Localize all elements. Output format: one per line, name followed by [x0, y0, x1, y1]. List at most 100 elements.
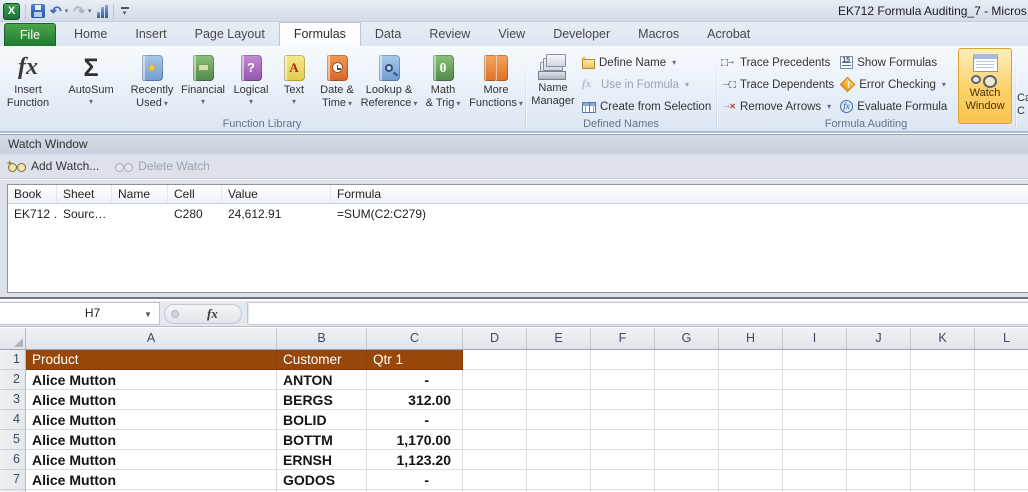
empty-cell[interactable]	[783, 450, 847, 470]
empty-cell[interactable]	[655, 450, 719, 470]
cell-c7[interactable]: -	[367, 470, 463, 490]
empty-cell[interactable]	[719, 350, 783, 370]
empty-cell[interactable]	[783, 390, 847, 410]
empty-cell[interactable]	[783, 430, 847, 450]
logical-button[interactable]: ? Logical ▾	[228, 48, 274, 116]
chart-icon[interactable]	[96, 4, 108, 18]
cell-a2[interactable]: Alice Mutton	[26, 370, 277, 390]
col-header-f[interactable]: F	[591, 328, 655, 349]
empty-cell[interactable]	[527, 410, 591, 430]
empty-cell[interactable]	[527, 350, 591, 370]
empty-cell[interactable]	[527, 390, 591, 410]
create-from-selection-button[interactable]: Create from Selection	[579, 97, 714, 116]
col-header-i[interactable]: I	[783, 328, 847, 349]
empty-cell[interactable]	[911, 430, 975, 450]
tab-insert[interactable]: Insert	[121, 22, 180, 46]
empty-cell[interactable]	[719, 370, 783, 390]
col-header-c[interactable]: C	[367, 328, 463, 349]
cell-b3[interactable]: BERGS	[277, 390, 367, 410]
empty-cell[interactable]	[591, 390, 655, 410]
lookup-reference-button[interactable]: Lookup & Reference ▾	[360, 48, 418, 116]
cell-b6[interactable]: ERNSH	[277, 450, 367, 470]
empty-cell[interactable]	[719, 390, 783, 410]
empty-cell[interactable]	[911, 390, 975, 410]
col-header-h[interactable]: H	[719, 328, 783, 349]
financial-button[interactable]: Financial ▾	[178, 48, 228, 116]
empty-cell[interactable]	[783, 350, 847, 370]
empty-cell[interactable]	[655, 350, 719, 370]
col-header-b[interactable]: B	[277, 328, 367, 349]
tab-acrobat[interactable]: Acrobat	[693, 22, 764, 46]
cell-c6[interactable]: 1,123.20	[367, 450, 463, 470]
empty-cell[interactable]	[719, 470, 783, 490]
empty-cell[interactable]	[527, 370, 591, 390]
empty-cell[interactable]	[591, 470, 655, 490]
watch-window-button[interactable]: Watch Window	[958, 48, 1012, 124]
column-header-name[interactable]: Name	[112, 185, 168, 203]
name-box[interactable]: H7	[0, 302, 160, 325]
watch-window-pane-title[interactable]: Watch Window	[0, 135, 1028, 154]
cell-c1[interactable]: Qtr 1	[367, 350, 463, 370]
customize-quick-access-icon[interactable]: ▾	[120, 6, 129, 17]
empty-cell[interactable]	[719, 430, 783, 450]
tab-formulas[interactable]: Formulas	[278, 22, 361, 46]
show-formulas-button[interactable]: Show Formulas	[837, 53, 954, 72]
cell-b1[interactable]: Customer	[277, 350, 367, 370]
tab-view[interactable]: View	[484, 22, 539, 46]
column-header-book[interactable]: Book	[8, 185, 57, 203]
empty-cell[interactable]	[911, 470, 975, 490]
empty-cell[interactable]	[463, 410, 527, 430]
empty-cell[interactable]	[655, 390, 719, 410]
row-header[interactable]: 5	[0, 430, 26, 450]
col-header-l[interactable]: L	[975, 328, 1028, 349]
col-header-d[interactable]: D	[463, 328, 527, 349]
empty-cell[interactable]	[463, 370, 527, 390]
empty-cell[interactable]	[975, 350, 1028, 370]
formula-input[interactable]	[249, 302, 1028, 325]
empty-cell[interactable]	[591, 350, 655, 370]
column-header-sheet[interactable]: Sheet	[57, 185, 112, 203]
empty-cell[interactable]	[527, 450, 591, 470]
autosum-button[interactable]: Σ AutoSum ▾	[56, 48, 126, 116]
recently-used-button[interactable]: ★ Recently Used ▾	[126, 48, 178, 116]
row-header[interactable]: 2	[0, 370, 26, 390]
cell-c4[interactable]: -	[367, 410, 463, 430]
empty-cell[interactable]	[591, 430, 655, 450]
date-time-button[interactable]: Date & Time ▾	[314, 48, 360, 116]
tab-home[interactable]: Home	[60, 22, 121, 46]
col-header-j[interactable]: J	[847, 328, 911, 349]
text-button[interactable]: A Text ▾	[274, 48, 314, 116]
trace-precedents-button[interactable]: Trace Precedents	[718, 53, 837, 72]
empty-cell[interactable]	[847, 470, 911, 490]
cell-a5[interactable]: Alice Mutton	[26, 430, 277, 450]
empty-cell[interactable]	[463, 470, 527, 490]
empty-cell[interactable]	[847, 430, 911, 450]
empty-cell[interactable]	[911, 410, 975, 430]
cell-c2[interactable]: -	[367, 370, 463, 390]
watch-list-row[interactable]: EK712 … Sourc… C280 24,612.91 =SUM(C2:C2…	[8, 204, 1028, 225]
cell-a6[interactable]: Alice Mutton	[26, 450, 277, 470]
cell-b7[interactable]: GODOS	[277, 470, 367, 490]
tab-macros[interactable]: Macros	[624, 22, 693, 46]
trace-dependents-button[interactable]: Trace Dependents	[718, 75, 837, 94]
cell-a3[interactable]: Alice Mutton	[26, 390, 277, 410]
tab-file[interactable]: File	[4, 23, 56, 46]
cell-a7[interactable]: Alice Mutton	[26, 470, 277, 490]
save-icon[interactable]	[31, 4, 45, 18]
col-header-g[interactable]: G	[655, 328, 719, 349]
tab-page-layout[interactable]: Page Layout	[181, 22, 279, 46]
empty-cell[interactable]	[719, 410, 783, 430]
more-functions-button[interactable]: More Functions ▾	[468, 48, 524, 116]
empty-cell[interactable]	[463, 450, 527, 470]
math-trig-button[interactable]: θ Math & Trig ▾	[418, 48, 468, 116]
column-header-value[interactable]: Value	[222, 185, 331, 203]
empty-cell[interactable]	[463, 390, 527, 410]
empty-cell[interactable]	[911, 370, 975, 390]
cell-a1[interactable]: Product	[26, 350, 277, 370]
empty-cell[interactable]	[655, 410, 719, 430]
empty-cell[interactable]	[975, 370, 1028, 390]
cell-a4[interactable]: Alice Mutton	[26, 410, 277, 430]
empty-cell[interactable]	[847, 370, 911, 390]
remove-arrows-button[interactable]: Remove Arrows ▾	[718, 97, 837, 116]
fx-icon[interactable]: fx	[207, 306, 218, 322]
